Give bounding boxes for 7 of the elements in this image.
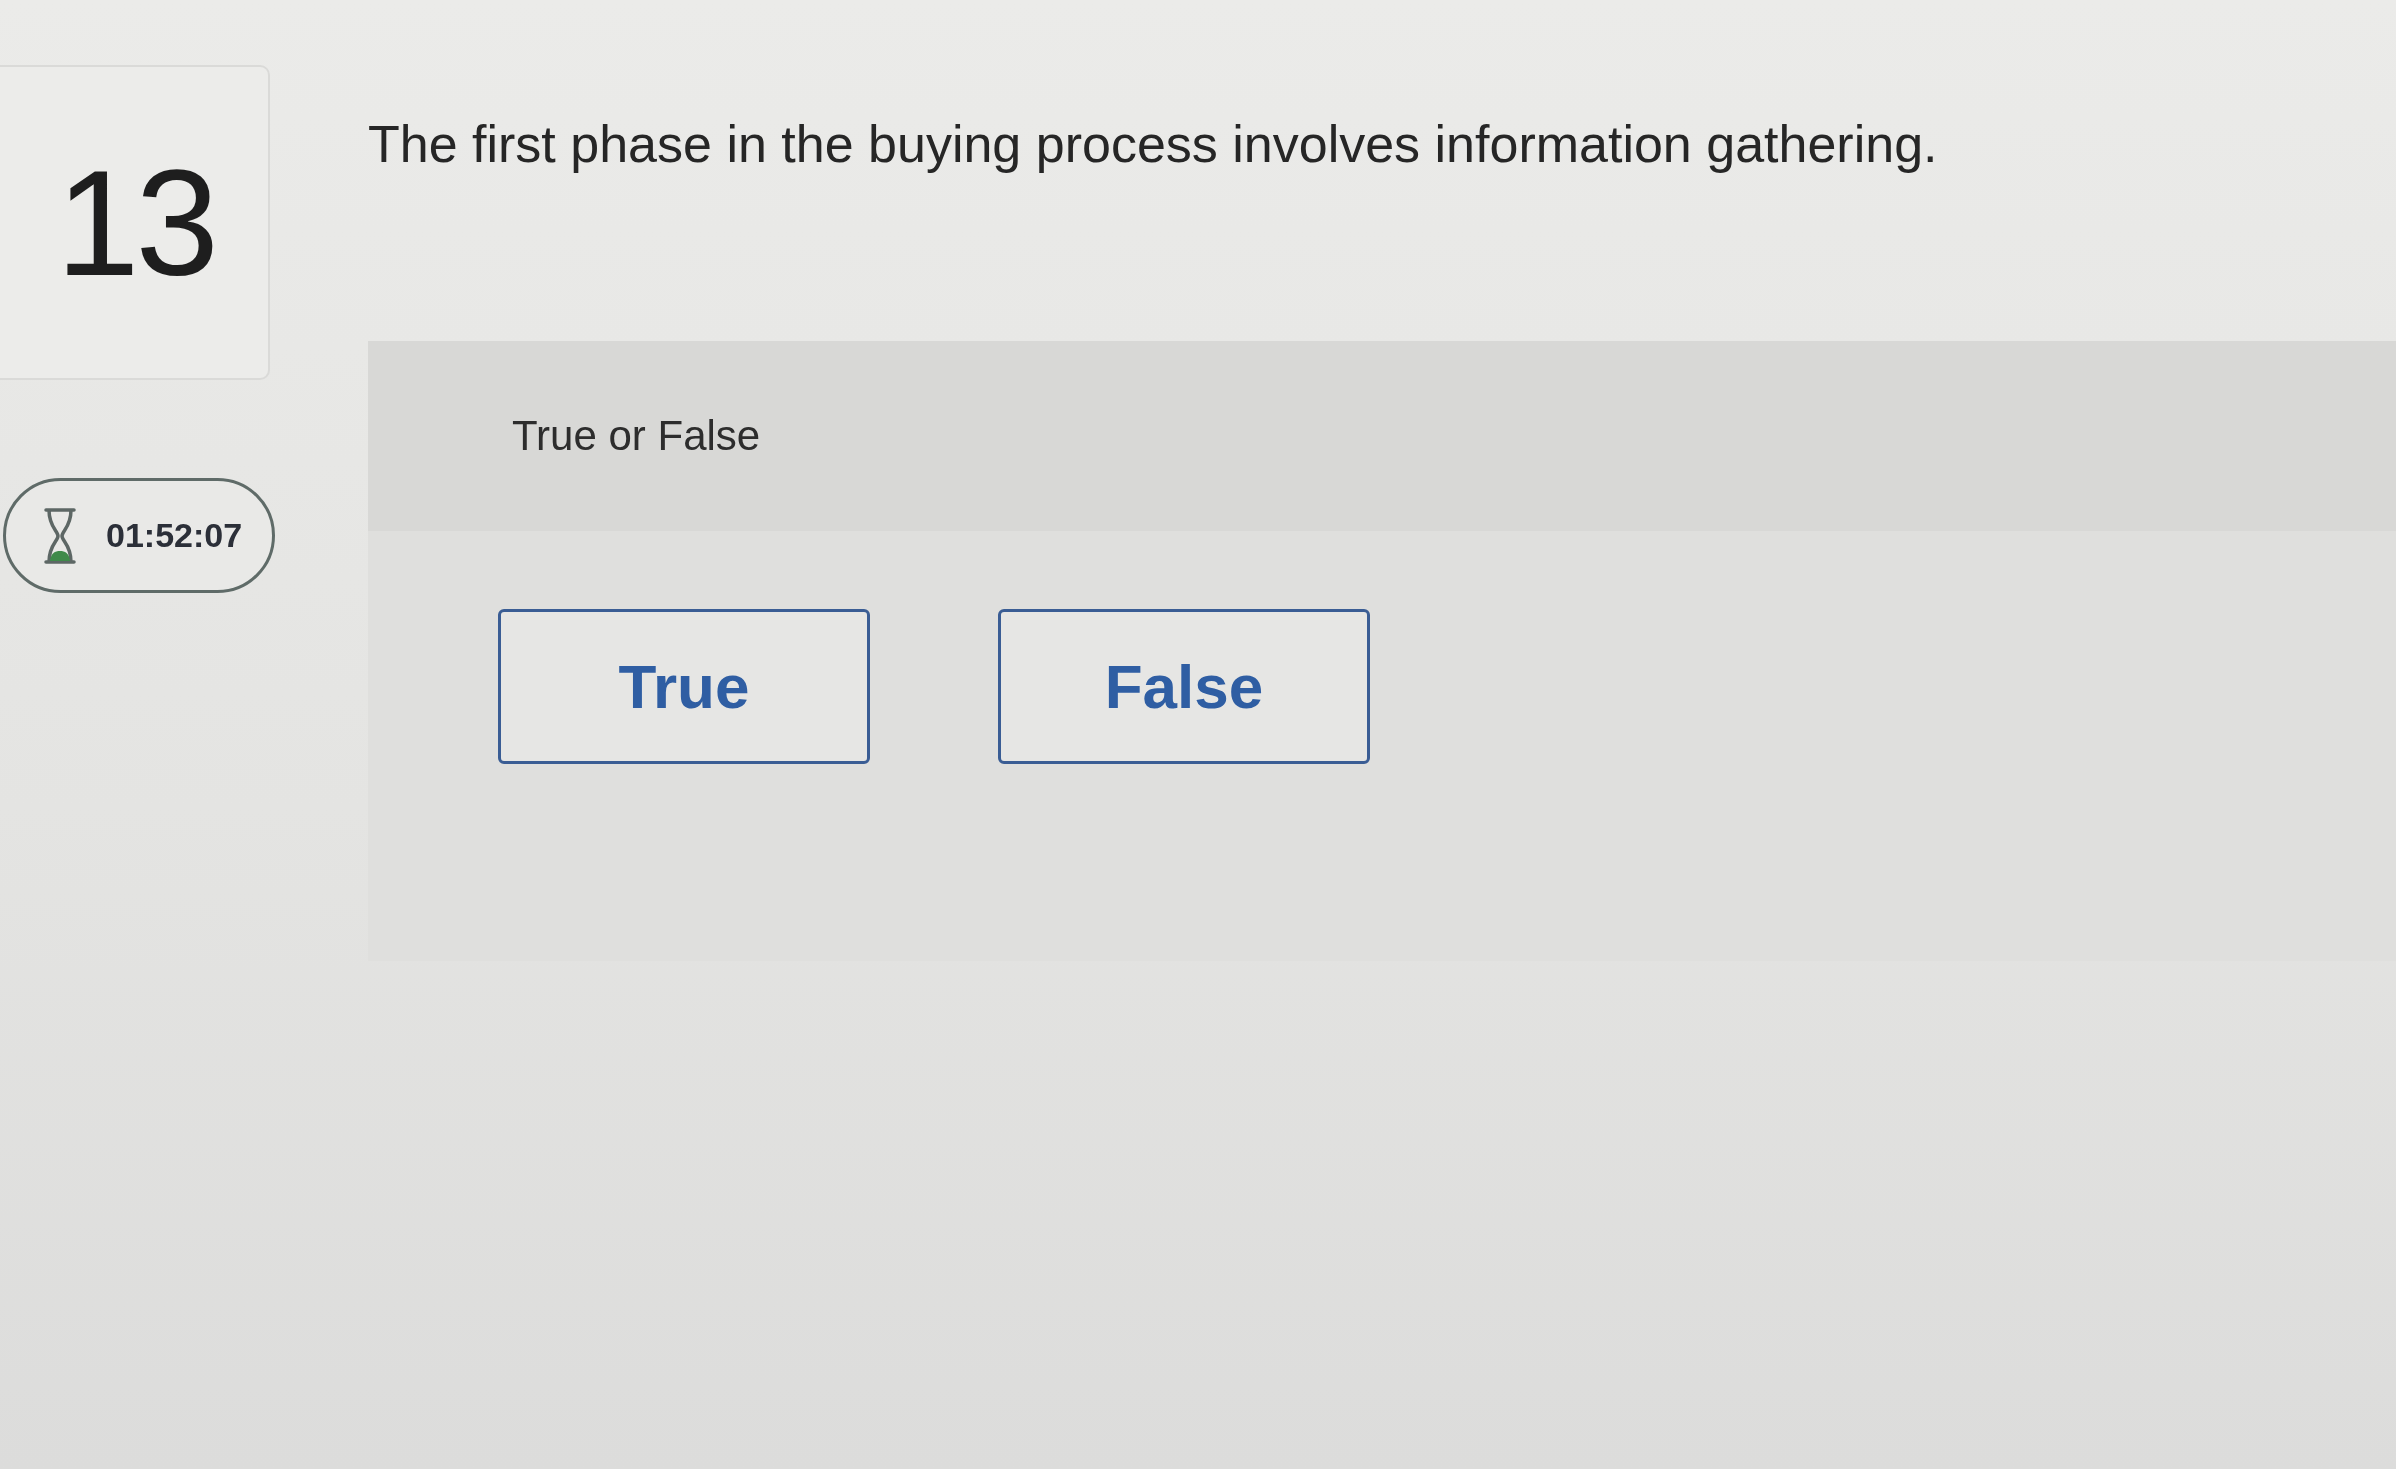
timer-text: 01:52:07 [106, 516, 243, 555]
question-text: The first phase in the buying process involves information gathering. [368, 114, 1939, 175]
question-number: 13 [56, 147, 215, 298]
question-type-label: True or False [512, 412, 761, 461]
answer-option-button[interactable]: False [998, 609, 1370, 765]
hourglass-icon [42, 506, 78, 565]
answer-option-button[interactable]: True [498, 609, 870, 765]
